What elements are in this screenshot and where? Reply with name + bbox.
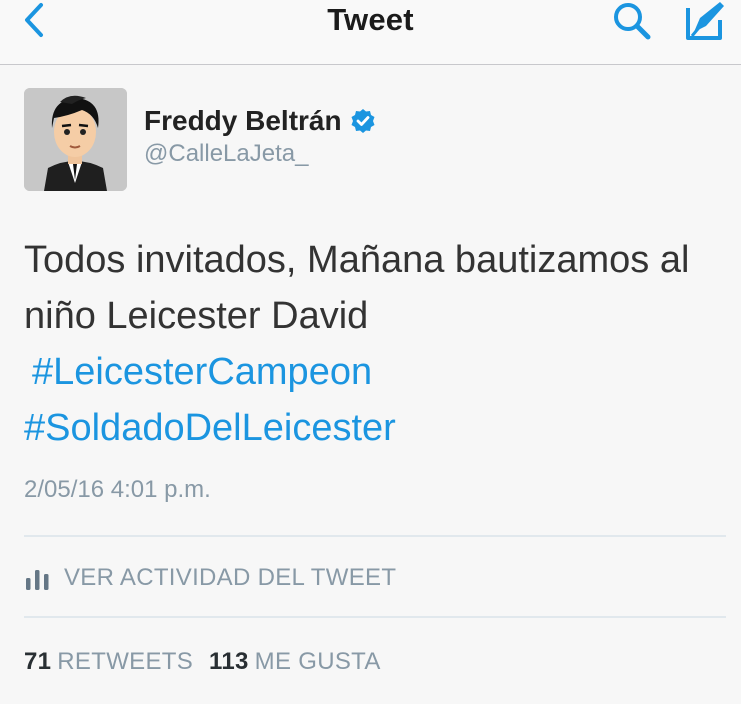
hashtag-link[interactable]: #LeicesterCampeon — [24, 344, 729, 400]
likes-count[interactable]: 113 — [209, 648, 249, 676]
bar-chart-icon — [24, 564, 52, 592]
author-name-row[interactable]: Freddy Beltrán — [144, 102, 376, 140]
compose-icon[interactable] — [680, 0, 730, 44]
divider — [24, 535, 726, 537]
likes-label[interactable]: ME GUSTA — [255, 648, 381, 676]
tweet-text-line: niño Leicester David — [24, 295, 369, 337]
retweets-count[interactable]: 71 — [24, 648, 51, 676]
tweet-text: Todos invitados, Mañana bautizamos al ni… — [24, 232, 729, 456]
divider — [24, 616, 726, 618]
avatar[interactable] — [24, 88, 127, 191]
tweet-text-line: Todos invitados, Mañana bautizamos al — [24, 239, 690, 281]
tweet-stats: 71 RETWEETS 113 ME GUSTA — [24, 642, 397, 682]
view-activity-button[interactable]: VER ACTIVIDAD DEL TWEET — [24, 558, 396, 598]
author-handle[interactable]: @CalleLaJeta_ — [144, 140, 308, 168]
search-icon[interactable] — [608, 0, 658, 44]
tweet-timestamp: 2/05/16 4:01 p.m. — [24, 476, 211, 503]
display-name[interactable]: Freddy Beltrán — [144, 105, 342, 137]
hashtag-link[interactable]: #SoldadoDelLeicester — [24, 400, 729, 456]
verified-badge-icon — [350, 108, 376, 134]
navigation-bar: Tweet — [0, 0, 741, 65]
retweets-label[interactable]: RETWEETS — [57, 648, 193, 676]
view-activity-label: VER ACTIVIDAD DEL TWEET — [64, 564, 397, 591]
